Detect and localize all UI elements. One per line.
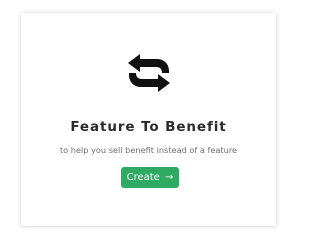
card-subtitle: to help you sell benefit instead of a fe…	[59, 145, 238, 155]
feature-to-benefit-card: Feature To Benefit to help you sell bene…	[21, 13, 276, 226]
arrow-right-icon: →	[165, 172, 174, 183]
create-button-label: Create	[126, 172, 160, 183]
create-button[interactable]: Create →	[121, 167, 179, 188]
card-title: Feature To Benefit	[70, 119, 227, 135]
exchange-arrows-icon	[126, 50, 172, 96]
